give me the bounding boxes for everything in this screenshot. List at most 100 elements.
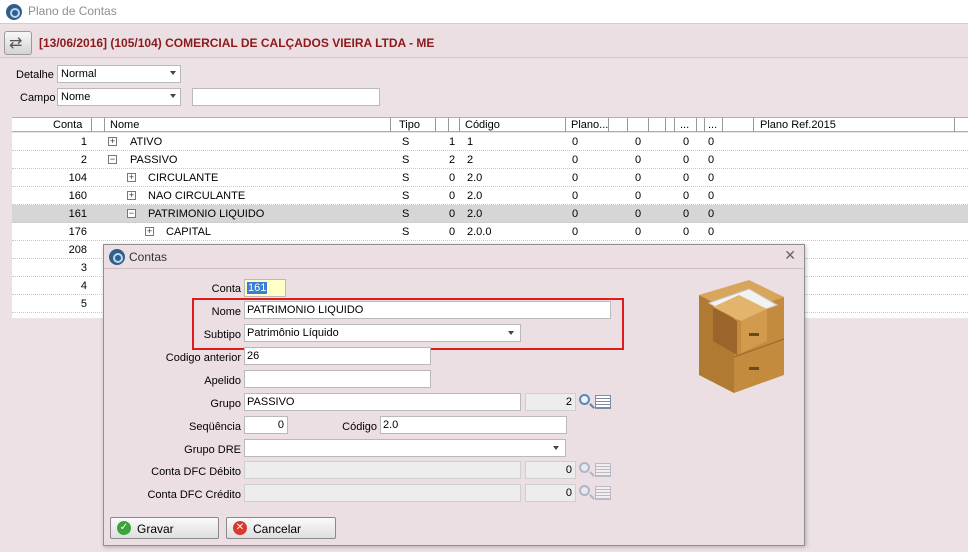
cell-p3: 0 [683,226,690,238]
chevron-down-icon [170,94,176,98]
cell-codigo: 2 [467,154,474,166]
cell-p4: 0 [708,208,715,220]
file-cabinet-icon [699,280,785,393]
col-conta[interactable]: Conta [53,119,82,131]
cell-nome: NAO CIRCULANTE [148,190,246,202]
collapse-icon[interactable]: − [108,155,117,164]
cell-tipo: S [402,190,410,202]
cell-p4: 0 [708,172,715,184]
col-extra1[interactable]: ... [680,119,689,131]
table-row[interactable]: 1 + ATIVO S 1 1 0 0 0 0 [12,133,968,151]
cell-p1: 0 [572,172,579,184]
cell-p4: 0 [708,136,715,148]
dialog-title: Contas [129,250,168,264]
detalhe-select[interactable]: Normal [57,65,181,83]
cell-p2: 0 [635,172,642,184]
cell-p2: 0 [635,154,642,166]
codigo-anterior-field[interactable]: 26 [244,347,431,365]
collapse-icon[interactable]: − [127,209,136,218]
col-tipo[interactable]: Tipo [399,119,420,131]
app-icon [6,4,22,20]
app-icon [109,249,125,265]
search-icon [579,462,590,473]
grupo-field[interactable]: PASSIVO [244,393,521,411]
cell-codigo: 2.0.0 [467,226,492,238]
cell-codigo: 1 [467,136,474,148]
table-row[interactable]: 2 − PASSIVO S 2 2 0 0 0 0 [12,151,968,169]
col-codigo[interactable]: Código [465,119,500,131]
cell-p2: 0 [635,190,642,202]
col-plano[interactable]: Plano... [571,119,608,131]
check-icon: ✓ [117,521,131,535]
sequencia-label: Seqüência [189,421,241,433]
detalhe-label: Detalhe [16,69,54,81]
cell-n1: 0 [449,208,456,220]
cell-nome: PASSIVO [130,154,178,166]
col-plano-ref[interactable]: Plano Ref.2015 [760,119,836,131]
grupo-label: Grupo [210,398,241,410]
swap-company-button[interactable] [4,31,32,55]
cell-n1: 2 [449,154,456,166]
expand-icon[interactable]: + [108,137,117,146]
cancelar-button[interactable]: ✕ Cancelar [226,517,336,539]
window-title: Plano de Contas [28,4,117,18]
cell-tipo: S [402,226,410,238]
cell-p1: 0 [572,190,579,202]
col-nome[interactable]: Nome [110,119,139,131]
cancel-icon: ✕ [233,521,247,535]
cell-conta: 104 [68,172,87,184]
campo-select[interactable]: Nome [57,88,181,106]
grupo-lookup[interactable] [577,393,613,411]
cell-p2: 0 [635,226,642,238]
window-titlebar: Plano de Contas [0,0,968,24]
gravar-label: Gravar [137,522,174,536]
table-row[interactable]: 104 + CIRCULANTE S 0 2.0 0 0 0 0 [12,169,968,187]
conta-value: 161 [247,282,268,294]
cell-conta: 2 [80,154,87,166]
cell-p1: 0 [572,208,579,220]
cell-tipo: S [402,136,410,148]
header-bar: [13/06/2016] (105/104) COMERCIAL DE CALÇ… [0,28,968,58]
cell-p3: 0 [683,172,690,184]
cell-p2: 0 [635,136,642,148]
cell-nome: CIRCULANTE [148,172,219,184]
cell-p2: 0 [635,208,642,220]
chevron-down-icon [170,71,176,75]
dfc-credito-field [244,484,521,502]
cell-n1: 1 [449,136,456,148]
grupo-num: 2 [525,393,576,411]
cell-p1: 0 [572,136,579,148]
col-extra2[interactable]: ... [708,119,717,131]
grupo-dre-label: Grupo DRE [184,444,241,456]
expand-icon[interactable]: + [145,227,154,236]
company-info: [13/06/2016] (105/104) COMERCIAL DE CALÇ… [39,36,435,50]
campo-value: Nome [61,91,91,103]
search-icon[interactable] [579,394,590,405]
expand-icon[interactable]: + [127,173,136,182]
cell-tipo: S [402,208,410,220]
apelido-field[interactable] [244,370,431,388]
list-icon [595,463,611,477]
dfc-credito-num: 0 [525,484,576,502]
table-row[interactable]: 176 + CAPITAL S 0 2.0.0 0 0 0 0 [12,223,968,241]
cell-codigo: 2.0 [467,190,483,202]
table-row[interactable]: 160 + NAO CIRCULANTE S 0 2.0 0 0 0 0 [12,187,968,205]
grupo-dre-select[interactable] [244,439,566,457]
conta-field[interactable]: 161 [244,279,286,297]
contas-dialog: Contas ✕ Conta 161 Nome PATRIMONIO LIQUI… [103,244,805,546]
search-icon [579,485,590,496]
table-row-selected[interactable]: 161 − PATRIMONIO LIQUIDO S 0 2.0 0 0 0 0 [12,205,968,223]
list-icon[interactable] [595,395,611,409]
expand-icon[interactable]: + [127,191,136,200]
chevron-down-icon [553,446,559,450]
close-icon[interactable]: ✕ [784,248,796,264]
campo-label: Campo [20,92,56,104]
cell-p3: 0 [683,154,690,166]
gravar-button[interactable]: ✓ Gravar [110,517,219,539]
search-input[interactable] [192,88,380,106]
dfc-debito-field [244,461,521,479]
cell-nome: CAPITAL [166,226,212,238]
codigo-label: Código [342,421,377,433]
codigo-field[interactable]: 2.0 [380,416,567,434]
cell-conta: 4 [80,280,87,292]
